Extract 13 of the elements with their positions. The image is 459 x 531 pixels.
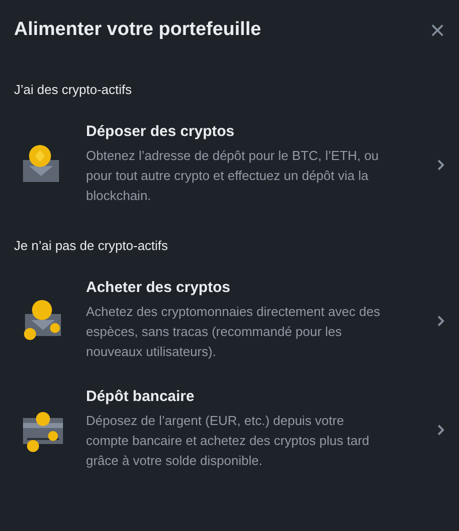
chevron-right-icon[interactable] (437, 424, 445, 436)
option-title[interactable]: Dépôt bancaire (86, 388, 433, 405)
close-button[interactable]: × (430, 19, 445, 41)
chevron-right-icon[interactable] (437, 314, 445, 326)
option-title[interactable]: Déposer des cryptos (86, 123, 433, 140)
option-description: Achetez des cryptomonnaies directement avec des espèces, sans tracas (recommandé pour les nouveaux utilisateurs). (86, 303, 382, 361)
dialog-title: Alimenter votre portefeuille (14, 19, 262, 41)
section-heading: J’ai des crypto-actifs (14, 82, 133, 97)
option-description: Déposez de l’argent (EUR, etc.) depuis votre compte bancaire et achetez des cryptos plus tard grâce à votre solde disponible. (86, 412, 370, 470)
option-description: Obtenez l’adresse de dépôt pour le BTC, l’ETH, ou pour tout autre crypto et effectuez un dépôt via la blockchain. (86, 147, 380, 205)
section-heading: Je n’ai pas de crypto-actifs (14, 238, 169, 253)
chevron-right-icon[interactable] (437, 158, 445, 170)
option-title[interactable]: Acheter des cryptos (86, 279, 433, 296)
